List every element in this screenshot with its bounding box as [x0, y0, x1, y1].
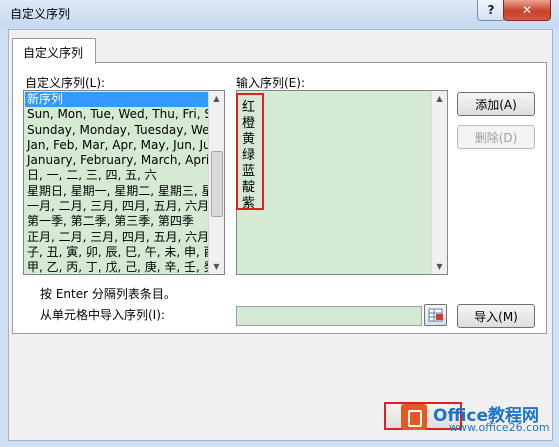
import-button-label: 导入(M): [474, 309, 518, 324]
scroll-thumb[interactable]: [211, 151, 223, 217]
scroll-up-arrow-icon[interactable]: ▲: [432, 91, 447, 106]
range-select-icon: [428, 308, 443, 322]
list-item[interactable]: Sun, Mon, Tue, Wed, Thu, Fri, Sat: [25, 107, 208, 122]
import-range-label: 从单元格中导入序列(I):: [40, 308, 165, 322]
custom-lists-scrollbar[interactable]: ▲ ▼: [208, 91, 224, 274]
watermark-url: www.office26.com: [449, 421, 550, 434]
delete-button-label: 删除(D): [474, 130, 518, 145]
add-button[interactable]: 添加(A): [457, 92, 535, 116]
tab-label: 自定义序列: [23, 46, 84, 60]
list-entry: 紫: [242, 196, 256, 211]
tab-custom-lists[interactable]: 自定义序列: [12, 38, 96, 64]
list-item[interactable]: Jan, Feb, Mar, Apr, May, Jun, Jul: [25, 138, 208, 153]
collapse-dialog-button[interactable]: [424, 304, 447, 326]
custom-lists-label: 自定义序列(L):: [25, 76, 106, 90]
help-button[interactable]: ?: [477, 0, 505, 21]
list-item[interactable]: 甲, 乙, 丙, 丁, 戊, 己, 庚, 辛, 壬, 癸: [25, 260, 208, 273]
list-item[interactable]: 第一季, 第二季, 第三季, 第四季: [25, 214, 208, 229]
separator-hint: 按 Enter 分隔列表条目。: [40, 287, 176, 301]
help-icon: ?: [487, 3, 495, 17]
watermark: Office教程网 www.office26.com: [393, 397, 553, 437]
list-item[interactable]: Sunday, Monday, Tuesday, Wednesday: [25, 123, 208, 138]
input-list-label: 输入序列(E):: [236, 76, 305, 90]
import-range-input[interactable]: [236, 306, 422, 326]
title-bar: 自定义序列 ? ✕: [0, 0, 559, 28]
close-icon: ✕: [521, 3, 533, 17]
list-item[interactable]: January, February, March, April: [25, 153, 208, 168]
list-item[interactable]: 日, 一, 二, 三, 四, 五, 六: [25, 168, 208, 183]
office-logo-icon: [401, 404, 427, 430]
dialog-window: 自定义序列 ? ✕ 自定义序列 自定义序列(L): 新序列 Sun, Mon, T…: [0, 0, 559, 447]
list-item[interactable]: 正月, 二月, 三月, 四月, 五月, 六月, 七月: [25, 230, 208, 245]
scroll-up-arrow-icon[interactable]: ▲: [209, 91, 224, 106]
custom-lists-listbox[interactable]: 新序列 Sun, Mon, Tue, Wed, Thu, Fri, Sat Sund…: [23, 90, 225, 275]
custom-lists-items: 新序列 Sun, Mon, Tue, Wed, Thu, Fri, Sat Sund…: [25, 92, 208, 273]
list-item[interactable]: 星期日, 星期一, 星期二, 星期三, 星期四: [25, 184, 208, 199]
scroll-down-arrow-icon[interactable]: ▼: [209, 259, 224, 274]
list-entries-textarea[interactable]: ▲ ▼: [236, 90, 448, 275]
delete-button: 删除(D): [457, 125, 535, 149]
list-item[interactable]: 子, 丑, 寅, 卯, 辰, 巳, 午, 未, 申, 酉: [25, 245, 208, 260]
list-item[interactable]: 一月, 二月, 三月, 四月, 五月, 六月, 七月: [25, 199, 208, 214]
scroll-down-arrow-icon[interactable]: ▼: [432, 259, 447, 274]
import-button[interactable]: 导入(M): [457, 304, 535, 328]
list-item[interactable]: 新序列: [25, 92, 208, 108]
window-title: 自定义序列: [10, 7, 71, 21]
list-entries-scrollbar[interactable]: ▲ ▼: [431, 91, 447, 274]
close-button[interactable]: ✕: [503, 0, 551, 21]
add-button-label: 添加(A): [475, 97, 517, 112]
entries-highlight: 红橙黄绿蓝靛紫: [236, 93, 264, 211]
